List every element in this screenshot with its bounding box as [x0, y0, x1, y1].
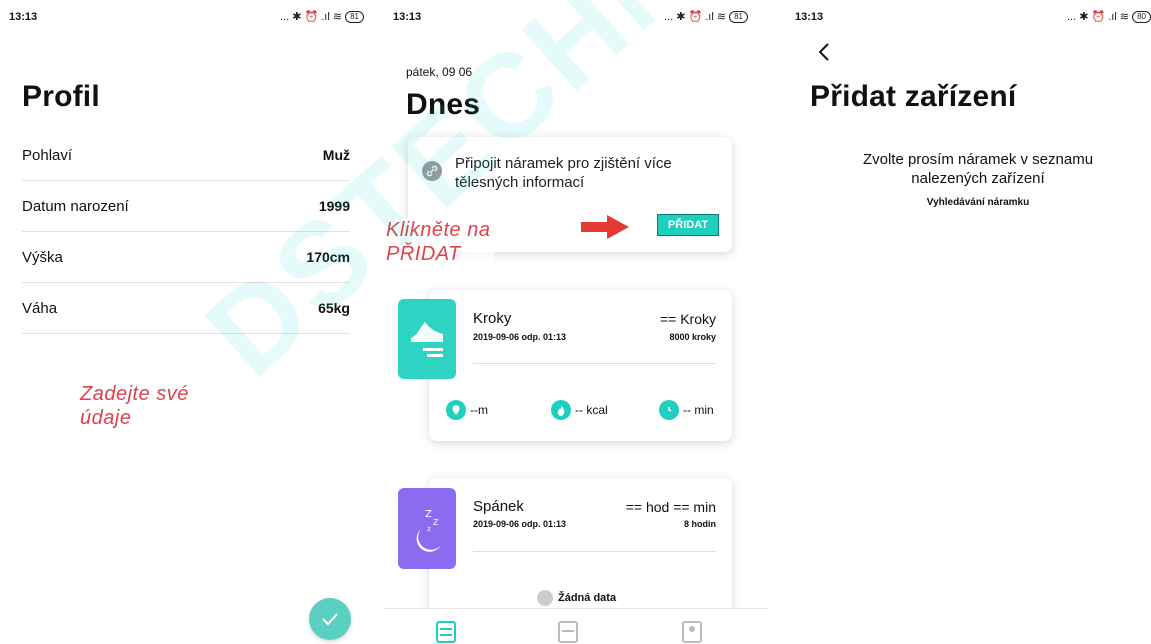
card-title: Kroky	[473, 310, 512, 327]
description-line: Zvolte prosím náramek v seznamu	[862, 151, 1094, 168]
battery-icon: 80	[1132, 10, 1151, 23]
row-value: 1999	[318, 198, 350, 214]
no-data-text: Žádná data	[558, 592, 617, 604]
calories-metric: -- kcal	[551, 400, 608, 420]
page-title: Dnes	[406, 88, 481, 121]
sad-face-icon	[537, 590, 553, 606]
profile-row-gender[interactable]: Pohlaví Muž	[22, 130, 350, 181]
instruction-annotation: Klikněte na PŘIDAT	[386, 218, 495, 266]
confirm-button[interactable]	[309, 598, 351, 640]
status-icons: ... ✱ ⏰ .ıl ≋ 80	[1067, 10, 1151, 23]
row-label: Výška	[22, 248, 63, 266]
status-icons: ... ✱ ⏰ .ıl ≋ 81	[664, 10, 748, 23]
svg-text:Z: Z	[433, 518, 439, 527]
row-value: Muž	[322, 147, 350, 163]
description-line: nalezených zařízení	[911, 170, 1045, 187]
row-value: 170cm	[306, 249, 350, 265]
sleep-goal: 8 hodin	[684, 519, 716, 529]
no-data-indicator: Žádná data	[537, 590, 616, 606]
profile-row-birthdate[interactable]: Datum narození 1999	[22, 181, 350, 232]
annotation-line: PŘIDAT	[386, 243, 461, 265]
clock-icon	[659, 400, 679, 420]
profile-screen: 13:13 ... ✱ ⏰ .ıl ≋ 81 Profil Pohlaví Mu…	[0, 0, 384, 644]
metric-value: --m	[470, 403, 488, 417]
steps-card[interactable]: Kroky 2019-09-06 odp. 01:13 == Kroky 800…	[429, 290, 732, 441]
status-time: 13:13	[9, 11, 38, 23]
searching-status: Vyhledávání náramku	[926, 197, 1030, 208]
check-icon	[322, 613, 338, 626]
link-icon	[422, 161, 442, 181]
divider	[473, 363, 716, 364]
status-time: 13:13	[393, 11, 422, 23]
instruction-annotation: Zadejte své údaje	[80, 382, 189, 430]
date-label: pátek, 09 06	[406, 65, 473, 79]
svg-text:z: z	[427, 525, 431, 533]
metric-value: -- min	[683, 403, 714, 417]
add-device-screen: 13:13 ... ✱ ⏰ .ıl ≋ 80 Přidat zařízení Z…	[768, 0, 1151, 644]
status-bar: 13:13 ... ✱ ⏰ .ıl ≋ 81	[384, 0, 768, 36]
status-bar: 13:13 ... ✱ ⏰ .ıl ≋ 81	[0, 0, 384, 36]
nav-today-icon[interactable]	[436, 621, 456, 643]
sleep-card[interactable]: Spánek 2019-09-06 odp. 01:13 == hod == m…	[429, 478, 732, 628]
card-title: Spánek	[473, 498, 524, 515]
row-value: 65kg	[318, 300, 350, 316]
today-screen: 13:13 ... ✱ ⏰ .ıl ≋ 81 pátek, 09 06 Dnes…	[384, 0, 768, 644]
flame-icon	[551, 400, 571, 420]
page-title: Profil	[22, 80, 100, 113]
row-label: Pohlaví	[22, 146, 73, 164]
add-band-button[interactable]: PŘIDAT	[657, 214, 719, 236]
annotation-line: Zadejte své	[80, 383, 189, 405]
page-title: Přidat zařízení	[810, 80, 1017, 113]
row-label: Váha	[22, 299, 58, 317]
profile-row-height[interactable]: Výška 170cm	[22, 232, 350, 283]
signal-icons: ... ✱ ⏰ .ıl ≋	[1067, 11, 1130, 23]
bottom-nav	[384, 608, 768, 644]
signal-icons: ... ✱ ⏰ .ıl ≋	[664, 11, 727, 23]
annotation-line: údaje	[80, 407, 132, 429]
divider	[473, 551, 716, 552]
time-metric: -- min	[659, 400, 714, 420]
steps-value: == Kroky	[659, 311, 716, 327]
shoe-icon	[398, 299, 456, 379]
arrow-icon	[581, 215, 629, 239]
connect-text: Připojit náramek pro zjištění více těles…	[455, 154, 672, 192]
battery-icon: 81	[345, 10, 364, 23]
card-timestamp: 2019-09-06 odp. 01:13	[473, 519, 567, 529]
distance-metric: --m	[446, 400, 488, 420]
nav-profile-icon[interactable]	[682, 621, 702, 643]
signal-icons: ... ✱ ⏰ .ıl ≋	[280, 11, 343, 23]
add-device-description: Zvolte prosím náramek v seznamu nalezený…	[808, 150, 1148, 188]
sleep-value: == hod == min	[625, 499, 716, 515]
connect-text-line: Připojit náramek pro zjištění více	[455, 155, 672, 172]
card-timestamp: 2019-09-06 odp. 01:13	[473, 332, 567, 342]
battery-icon: 81	[729, 10, 748, 23]
back-arrow-icon[interactable]	[817, 42, 831, 62]
moon-icon: Z Z z	[398, 488, 456, 569]
row-label: Datum narození	[22, 197, 129, 215]
steps-goal: 8000 kroky	[669, 332, 716, 342]
location-icon	[446, 400, 466, 420]
status-time: 13:13	[795, 11, 824, 23]
annotation-line: Klikněte na	[386, 219, 491, 241]
svg-text:Z: Z	[425, 509, 432, 520]
metric-value: -- kcal	[575, 403, 608, 417]
profile-row-weight[interactable]: Váha 65kg	[22, 283, 350, 334]
status-bar: 13:13 ... ✱ ⏰ .ıl ≋ 80	[768, 0, 1151, 36]
connect-text-line: tělesných informací	[455, 174, 585, 191]
nav-device-icon[interactable]	[558, 621, 578, 643]
status-icons: ... ✱ ⏰ .ıl ≋ 81	[280, 10, 364, 23]
